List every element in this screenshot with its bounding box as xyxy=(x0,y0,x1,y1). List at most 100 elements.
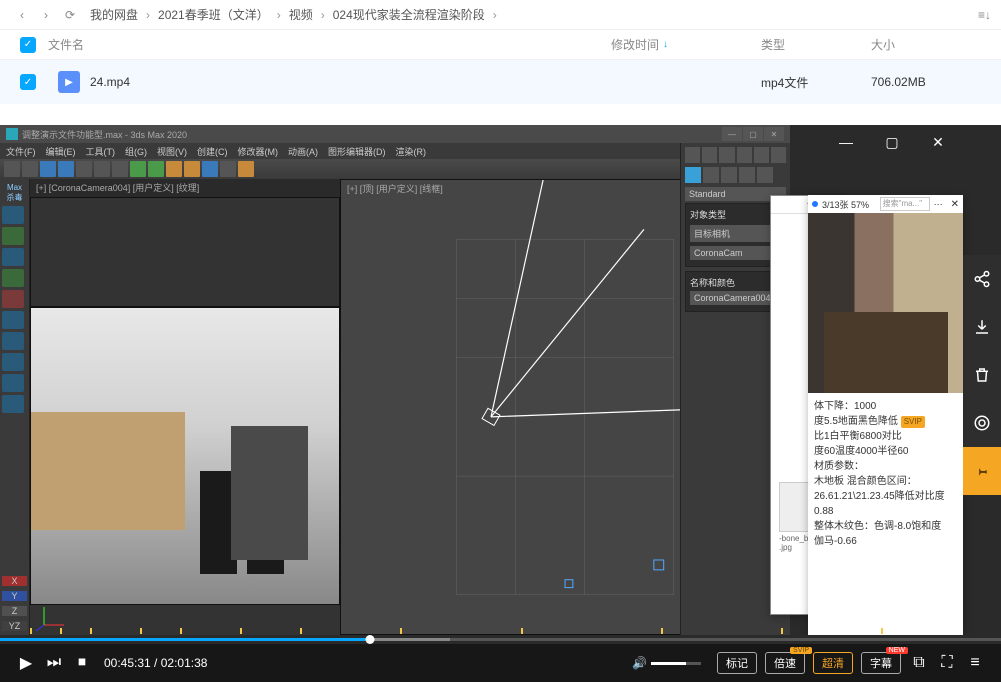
tb-layer-icon[interactable] xyxy=(202,161,218,177)
next-button[interactable]: ⏭ xyxy=(40,649,68,677)
menu-modifier[interactable]: 修改器(M) xyxy=(238,145,279,158)
tb-select-icon[interactable] xyxy=(58,161,74,177)
nav-back[interactable]: ‹ xyxy=(10,3,34,27)
cmd-sub-helper[interactable] xyxy=(757,167,773,183)
menu-create[interactable]: 创建(C) xyxy=(197,145,228,158)
cmd-tab-display[interactable] xyxy=(754,147,769,163)
col-name-header[interactable]: 文件名 xyxy=(48,36,611,53)
lp-icon-4[interactable] xyxy=(2,269,24,287)
cmd-opt-target[interactable]: 目标相机 xyxy=(690,225,781,242)
menu-edit[interactable]: 编辑(E) xyxy=(46,145,76,158)
max-max[interactable]: ▢ xyxy=(743,127,763,141)
crumb-root[interactable]: 我的网盘 xyxy=(90,6,138,23)
nav-refresh[interactable]: ⟳ xyxy=(58,3,82,27)
tb-redo-icon[interactable] xyxy=(22,161,38,177)
file-row[interactable]: ✓ ▶ 24.mp4 mp4文件 706.02MB xyxy=(0,60,1001,104)
player-timeline[interactable] xyxy=(0,634,1001,644)
ref-search[interactable]: 搜索"ma..." xyxy=(880,197,930,211)
menu-file[interactable]: 文件(F) xyxy=(6,145,36,158)
record-button[interactable] xyxy=(963,399,1001,447)
axis-x[interactable]: X xyxy=(2,576,27,586)
delete-button[interactable] xyxy=(963,351,1001,399)
subtitle-button[interactable]: 字幕 NEW xyxy=(861,652,901,674)
col-type-header[interactable]: 类型 xyxy=(761,36,871,53)
nav-forward[interactable]: › xyxy=(34,3,58,27)
pin-button[interactable] xyxy=(963,447,1001,495)
sort-toggle[interactable]: ≡↓ xyxy=(978,8,991,22)
lp-icon-3[interactable] xyxy=(2,248,24,266)
menu-view[interactable]: 视图(V) xyxy=(157,145,187,158)
menu-render[interactable]: 渲染(R) xyxy=(396,145,427,158)
axis-z[interactable]: Z xyxy=(2,606,27,616)
tb-move-icon[interactable] xyxy=(76,161,92,177)
tb-scale-icon[interactable] xyxy=(112,161,128,177)
volume-slider[interactable] xyxy=(651,662,701,665)
viewport-camera-render[interactable] xyxy=(30,307,340,605)
cmd-sub-light[interactable] xyxy=(721,167,737,183)
cmd-camera-name[interactable]: CoronaCamera004 xyxy=(690,291,781,305)
tb-link-icon[interactable] xyxy=(40,161,56,177)
ref-image[interactable] xyxy=(808,213,963,393)
mark-button[interactable]: 标记 xyxy=(717,652,757,674)
reference-window[interactable]: 3/13张 57% 搜索"ma..." ⋯ ✕ 体下降：1000 度5.5地面黑… xyxy=(808,195,963,635)
lp-icon-10[interactable] xyxy=(2,395,24,413)
axis-y[interactable]: Y xyxy=(2,591,27,601)
cmd-tab-create[interactable] xyxy=(685,147,700,163)
menu-anim[interactable]: 动画(A) xyxy=(288,145,318,158)
volume-icon[interactable]: 🔊 xyxy=(632,656,647,670)
menu-tools[interactable]: 工具(T) xyxy=(86,145,116,158)
cmd-tab-modify[interactable] xyxy=(702,147,717,163)
cmd-sub-geom[interactable] xyxy=(685,167,701,183)
max-close[interactable]: ✕ xyxy=(764,127,784,141)
file-size: 706.02MB xyxy=(871,75,981,89)
playlist-button[interactable]: ≡ xyxy=(961,649,989,677)
volume-control[interactable]: 🔊 xyxy=(632,656,701,670)
crumb-3[interactable]: 024现代家装全流程渲染阶段 xyxy=(333,6,485,23)
tb-render-icon[interactable] xyxy=(238,161,254,177)
download-button[interactable] xyxy=(963,303,1001,351)
lp-icon-9[interactable] xyxy=(2,374,24,392)
cmd-sub-cam[interactable] xyxy=(739,167,755,183)
lp-icon-1[interactable] xyxy=(2,206,24,224)
tb-rotate-icon[interactable] xyxy=(94,161,110,177)
vp-camera-label[interactable]: [+] [CoronaCamera004] [用户定义] [纹理] xyxy=(30,179,340,197)
crumb-1[interactable]: 2021春季班（文洋） xyxy=(158,6,269,23)
lp-icon-2[interactable] xyxy=(2,227,24,245)
note-7: 26.61.21\21.23.45降低对比度0.88 xyxy=(814,489,957,519)
lp-icon-8[interactable] xyxy=(2,353,24,371)
col-size-header[interactable]: 大小 xyxy=(871,36,981,53)
file-checkbox[interactable]: ✓ xyxy=(20,74,36,90)
cmd-tab-motion[interactable] xyxy=(737,147,752,163)
col-modified-header[interactable]: 修改时间 ↓ xyxy=(611,36,761,53)
lp-icon-5[interactable] xyxy=(2,290,24,308)
tb-angle-icon[interactable] xyxy=(148,161,164,177)
menu-graph[interactable]: 图形编辑器(D) xyxy=(328,145,386,158)
tb-mat-icon[interactable] xyxy=(220,161,236,177)
stop-button[interactable]: ⏹ xyxy=(68,649,96,677)
share-button[interactable] xyxy=(963,255,1001,303)
quality-button[interactable]: 超清 xyxy=(813,652,853,674)
file-name[interactable]: 24.mp4 xyxy=(90,75,611,89)
lp-icon-6[interactable] xyxy=(2,311,24,329)
crumb-2[interactable]: 视频 xyxy=(289,6,313,23)
select-all-checkbox[interactable]: ✓ xyxy=(20,37,36,53)
tb-mirror-icon[interactable] xyxy=(166,161,182,177)
timeline-thumb[interactable] xyxy=(366,635,375,644)
speed-button[interactable]: 倍速 SVIP xyxy=(765,652,805,674)
tb-snap-icon[interactable] xyxy=(130,161,146,177)
cmd-tab-hier[interactable] xyxy=(719,147,734,163)
lp-icon-7[interactable] xyxy=(2,332,24,350)
cmd-sub-shape[interactable] xyxy=(703,167,719,183)
play-button[interactable]: ▶ xyxy=(12,649,40,677)
pip-button[interactable]: ⧉ xyxy=(905,649,933,677)
tb-align-icon[interactable] xyxy=(184,161,200,177)
fullscreen-button[interactable]: ⛶ xyxy=(933,649,961,677)
ref-menu-icon[interactable]: ⋯ xyxy=(934,199,943,210)
cmd-opt-corona[interactable]: CoronaCam xyxy=(690,246,781,260)
menu-group[interactable]: 组(G) xyxy=(125,145,147,158)
tb-undo-icon[interactable] xyxy=(4,161,20,177)
max-min[interactable]: — xyxy=(722,127,742,141)
viewport-wireframe[interactable] xyxy=(30,197,340,307)
cmd-tab-util[interactable] xyxy=(771,147,786,163)
ref-close[interactable]: ✕ xyxy=(951,199,959,210)
